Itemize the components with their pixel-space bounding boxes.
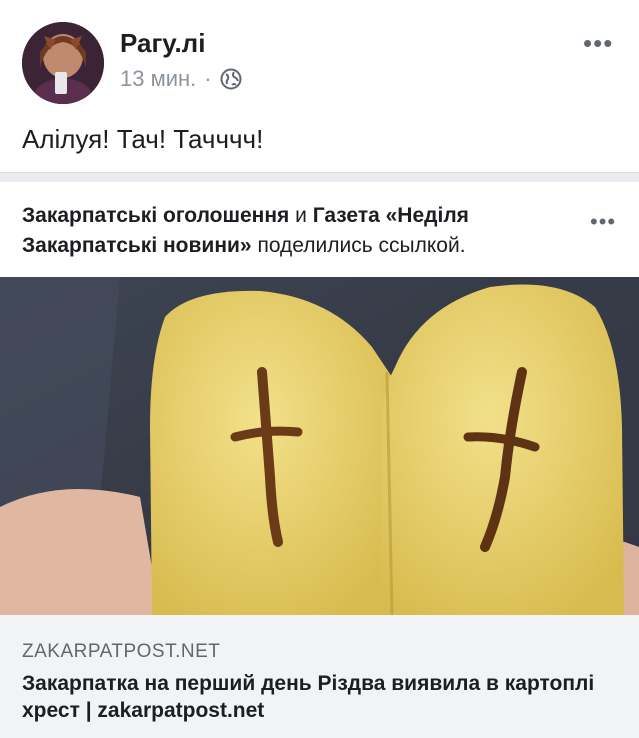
separator <box>0 172 639 182</box>
post-meta: 13 мин. · <box>120 66 242 92</box>
post-text: Алілуя! Тач! Тачччч! <box>22 124 264 154</box>
potato-cross-photo <box>0 277 639 615</box>
share-more-dots-icon[interactable]: ••• <box>590 211 616 233</box>
more-dots-icon[interactable]: ••• <box>583 30 613 56</box>
link-domain[interactable]: ZAKARPATPOST.NET <box>22 641 220 663</box>
avatar[interactable] <box>22 22 104 104</box>
shared-page-link-1[interactable]: Закарпатські оголошення <box>22 204 289 227</box>
share-conjunction: и <box>289 204 313 227</box>
globe-icon <box>220 68 242 90</box>
avatar-image <box>22 22 104 104</box>
post-time[interactable]: 13 мин. <box>120 66 196 92</box>
post-header: Рагу.лі 13 мин. · ••• <box>0 0 639 110</box>
share-attribution: Закарпатські оголошення и Газета «Неділя… <box>22 201 582 261</box>
share-action-text: поделились ссылкой. <box>251 234 466 257</box>
meta-separator: · <box>204 66 212 91</box>
link-preview-image[interactable] <box>0 277 639 615</box>
post-author-name[interactable]: Рагу.лі <box>120 28 205 59</box>
link-title[interactable]: Закарпатка на перший день Різдва виявила… <box>22 670 602 724</box>
